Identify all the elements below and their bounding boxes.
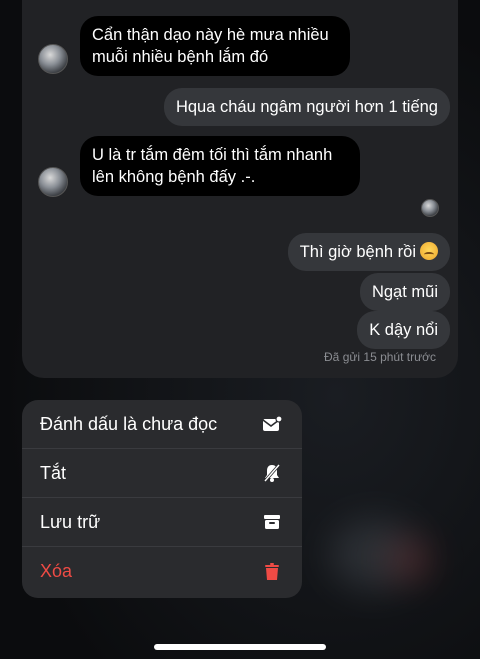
message-bubble-outgoing: Thì giờ bệnh rồi	[287, 233, 450, 271]
trash-icon	[262, 562, 282, 582]
sent-status: Đã gửi 15 phút trước	[324, 350, 436, 364]
menu-item-delete[interactable]: Xóa	[22, 547, 302, 596]
background-blur	[390, 540, 430, 580]
message-bubble-outgoing: Ngạt mũi	[359, 273, 450, 311]
menu-item-label: Xóa	[40, 561, 73, 581]
menu-item-label: Đánh dấu là chưa đọc	[40, 413, 218, 434]
message-bubble-incoming: Cẩn thận dạo này hè mưa nhiều muỗi nhiều…	[80, 16, 350, 76]
menu-item-label: Lưu trữ	[40, 511, 101, 532]
menu-item-label: Tắt	[40, 462, 67, 483]
message-bubble-incoming: U là tr tắm đêm tối thì tắm nhanh lên kh…	[80, 136, 360, 196]
mark-unread-icon	[262, 414, 282, 434]
avatar	[38, 44, 68, 74]
menu-item-mark-unread[interactable]: Đánh dấu là chưa đọc	[22, 400, 302, 449]
message-text: Thì giờ bệnh rồi	[299, 243, 416, 261]
sad-face-icon	[420, 242, 438, 260]
menu-item-mute[interactable]: Tắt	[22, 449, 302, 498]
home-indicator[interactable]	[154, 644, 326, 650]
seen-avatar	[421, 199, 439, 217]
menu-item-archive[interactable]: Lưu trữ	[22, 498, 302, 547]
message-bubble-outgoing: Hqua cháu ngâm người hơn 1 tiếng	[163, 88, 450, 126]
message-bubble-outgoing: K dậy nổi	[357, 311, 450, 349]
context-menu: Đánh dấu là chưa đọc Tắt Lưu trữ Xóa	[22, 400, 302, 598]
archive-icon	[262, 512, 282, 532]
mute-bell-icon	[262, 463, 282, 483]
chat-preview: Cẩn thận dạo này hè mưa nhiều muỗi nhiều…	[22, 0, 458, 378]
avatar	[38, 167, 68, 197]
